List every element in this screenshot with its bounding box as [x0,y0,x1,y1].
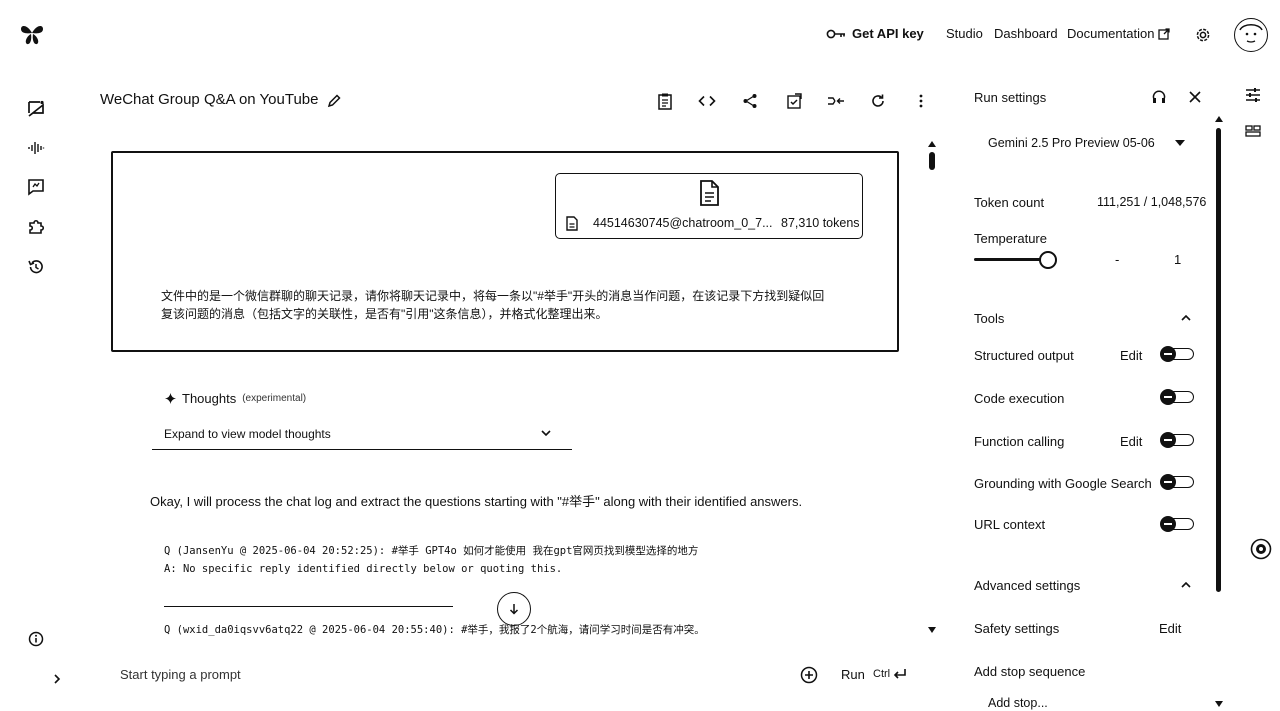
nav-dashboard[interactable]: Dashboard [994,26,1058,41]
temperature-dash: - [1115,252,1120,267]
prompt-input[interactable]: Start typing a prompt [120,667,241,682]
model-dropdown-icon[interactable] [1174,139,1186,147]
nav-documentation-label: Documentation [1067,26,1155,41]
google-search-grounding-toggle[interactable] [1160,474,1194,490]
enter-key-icon [893,668,907,680]
audio-waveform-icon[interactable] [24,136,48,160]
scroll-down-arrow-icon[interactable] [927,625,937,635]
thoughts-expand-label: Expand to view model thoughts [164,427,331,441]
token-count-label: Token count [974,195,1045,210]
file-name: 44514630745@chatroom_0_7... [593,216,773,230]
temperature-slider-thumb[interactable] [1039,251,1057,269]
refresh-icon[interactable] [868,91,888,111]
extension-floating-icon[interactable] [1250,538,1272,560]
get-api-key-label: Get API key [852,26,924,41]
reset-settings-icon[interactable] [1150,88,1168,106]
run-shortcut-hint: Ctrl [873,668,907,680]
run-button[interactable]: Run [841,667,865,682]
thoughts-experimental-tag: (experimental) [242,393,307,404]
app-logo[interactable] [18,20,46,48]
tool-code-execution: Code execution [974,391,1065,406]
thoughts-expander[interactable]: Expand to view model thoughts [152,421,572,450]
scroll-to-bottom-button[interactable] [497,592,531,626]
chat-icon[interactable] [24,97,48,121]
token-count-value: 111,251 / 1,048,576 [1097,195,1207,209]
safety-settings-edit[interactable]: Edit [1159,621,1181,636]
edit-title-pencil-icon[interactable] [324,91,344,111]
nav-studio[interactable]: Studio [946,26,983,41]
more-vert-icon[interactable] [911,91,931,111]
tool-google-search-grounding: Grounding with Google Search [974,476,1152,491]
tools-section-header[interactable]: Tools [974,311,1004,326]
temperature-value-input[interactable]: 1 [1174,252,1181,267]
tune-settings-icon[interactable] [1243,86,1263,104]
history-icon[interactable] [24,255,48,279]
panel-scroll-up-icon[interactable] [1214,115,1224,123]
run-shortcut-label: Ctrl [873,668,891,680]
file-attachment-chip[interactable]: 44514630745@chatroom_0_7... 87,310 token… [555,173,863,239]
advanced-chevron-up-icon[interactable] [1180,580,1192,590]
small-document-icon [566,216,578,231]
stream-chat-icon[interactable] [24,175,48,199]
stop-sequence-label: Add stop sequence [974,664,1086,679]
temperature-slider-track[interactable] [974,258,1044,261]
response-divider [164,606,453,607]
add-media-plus-icon[interactable] [799,665,819,685]
settings-gear-icon[interactable] [1194,26,1212,44]
main-scrollbar-thumb[interactable] [929,152,935,170]
nav-documentation[interactable]: Documentation [1067,26,1171,41]
collapse-arrows-icon[interactable] [826,91,846,111]
sparkle-icon [165,393,176,404]
expand-sidebar-chevron-icon[interactable] [50,671,64,687]
tool-structured-output: Structured output [974,348,1074,363]
arrow-down-icon [509,603,519,615]
compare-icon[interactable] [784,91,804,111]
structured-output-toggle[interactable] [1160,346,1194,362]
get-api-key-link[interactable]: Get API key [826,26,924,41]
prompt-text-line-2: 复该问题的消息（包括文字的关联性，是否有"引用"这条信息），并格式化整理出来。 [161,307,608,321]
code-icon[interactable] [697,91,717,111]
tool-url-context: URL context [974,517,1046,532]
stop-sequence-input[interactable]: Add stop... [988,696,1048,710]
clipboard-icon[interactable] [655,91,675,111]
info-icon[interactable] [24,627,48,651]
thoughts-title: Thoughts [182,391,237,406]
key-icon [826,28,846,40]
function-calling-edit[interactable]: Edit [1120,434,1142,449]
tool-function-calling: Function calling [974,434,1065,449]
external-link-icon [1158,27,1171,40]
scroll-up-arrow-icon[interactable] [927,139,937,149]
temperature-label: Temperature [974,231,1047,246]
tools-chevron-up-icon[interactable] [1180,313,1192,323]
share-icon[interactable] [740,91,760,111]
close-panel-icon[interactable] [1186,88,1204,106]
file-token-count: 87,310 tokens [781,216,860,230]
response-answer-1: A: No specific reply identified directly… [164,563,563,575]
function-calling-toggle[interactable] [1160,432,1194,448]
url-context-toggle[interactable] [1160,516,1194,532]
safety-settings-label: Safety settings [974,621,1060,636]
code-execution-toggle[interactable] [1160,389,1194,405]
chevron-down-icon [541,430,551,437]
panel-scrollbar-thumb[interactable] [1216,128,1221,592]
response-question-1: Q (JansenYu @ 2025-06-04 20:52:25): #举手 … [164,545,699,557]
advanced-settings-header[interactable]: Advanced settings [974,578,1080,593]
extension-puzzle-icon[interactable] [24,215,48,239]
panel-scroll-down-icon[interactable] [1214,700,1224,708]
response-question-2: Q (wxid_da0iqsvv6atq22 @ 2025-06-04 20:5… [164,624,705,636]
document-icon [698,180,720,206]
run-settings-title: Run settings [974,90,1047,105]
thoughts-header: Thoughts (experimental) [165,391,306,406]
structured-output-edit[interactable]: Edit [1120,348,1142,363]
model-response-intro: Okay, I will process the chat log and ex… [150,494,803,509]
panel-layout-icon[interactable] [1243,122,1263,140]
prompt-text-line-1: 文件中的是一个微信群聊的聊天记录，请你将聊天记录中，将每一条以"#举手"开头的消… [161,289,825,303]
prompt-text: 文件中的是一个微信群聊的聊天记录，请你将聊天记录中，将每一条以"#举手"开头的消… [161,287,861,323]
page-title: WeChat Group Q&A on YouTube [100,91,319,108]
user-avatar[interactable] [1234,18,1268,52]
model-selector[interactable]: Gemini 2.5 Pro Preview 05-06 [988,136,1155,150]
